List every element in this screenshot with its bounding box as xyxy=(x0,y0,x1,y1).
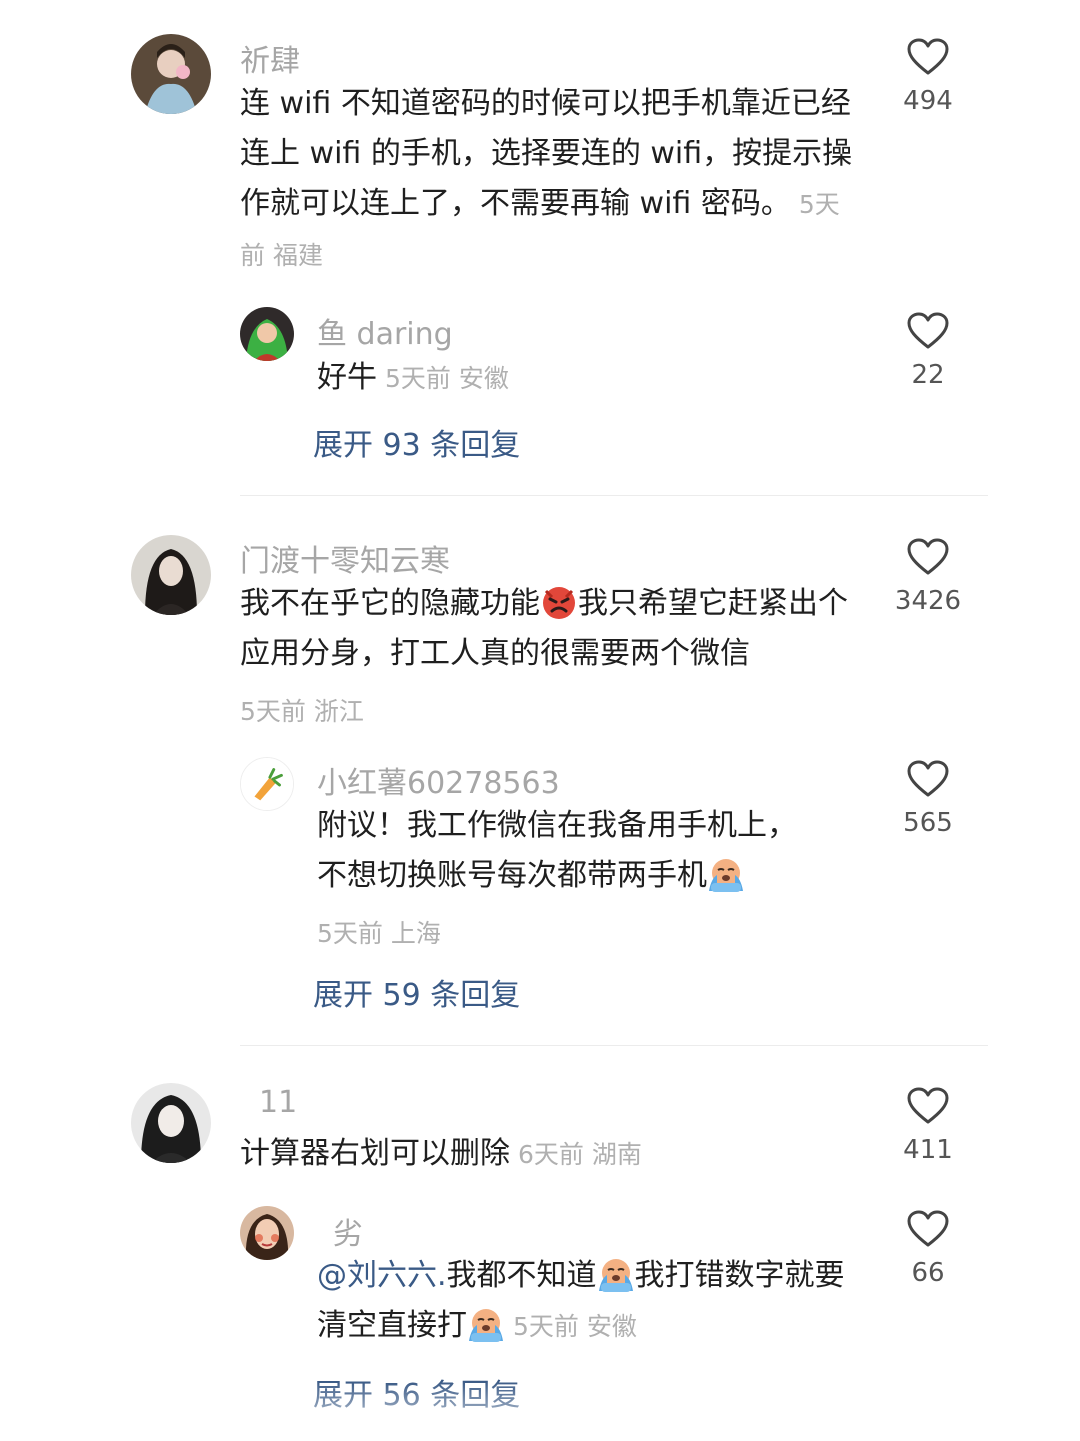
reply-meta: 5天前 上海 xyxy=(317,919,441,948)
comment-meta: 6天前 湖南 xyxy=(518,1140,642,1169)
heart-icon xyxy=(907,760,949,797)
comment-text: 计算器右划可以删除 6天前 湖南 xyxy=(240,1129,860,1180)
reply-meta: 5天前 安徽 xyxy=(385,364,509,393)
heart-icon xyxy=(907,1087,949,1124)
avatar[interactable] xyxy=(131,1083,211,1163)
reply-body-part-1: 我都不知道 xyxy=(446,1258,597,1293)
comment-body: 计算器右划可以删除 xyxy=(240,1136,510,1171)
avatar[interactable] xyxy=(131,535,211,615)
bottom-fade xyxy=(0,1381,1080,1441)
crying-face-emoji xyxy=(707,855,745,893)
reply-text: @刘六六.我都不知道 我打错数字就要清空直接打 5天前 安徽 xyxy=(317,1251,857,1352)
crying-face-emoji xyxy=(467,1305,505,1343)
comment-body-part-1: 我不在乎它的隐藏功能 xyxy=(240,586,540,621)
reply-username[interactable]: 鱼 daring xyxy=(317,309,453,353)
expand-replies-link[interactable]: 展开 93 条回复 xyxy=(313,420,520,464)
comment-list: 祈肆 连 wifi 不知道密码的时候可以把手机靠近已经连上 wifi 的手机，选… xyxy=(0,0,1080,1441)
like-button[interactable]: 494 xyxy=(878,38,978,116)
reply-avatar[interactable] xyxy=(240,1206,294,1260)
avatar[interactable] xyxy=(131,34,211,114)
reply-text: 好牛 5天前 安徽 xyxy=(317,353,857,404)
mention-link[interactable]: @刘六六. xyxy=(317,1258,447,1293)
reply-text: 附议！我工作微信在我备用手机上，不想切换账号每次都带两手机 xyxy=(317,801,817,901)
heart-icon xyxy=(907,538,949,575)
heart-icon xyxy=(907,38,949,75)
angry-face-emoji xyxy=(540,583,578,621)
like-count: 22 xyxy=(911,360,945,390)
comment-username[interactable]: 祈肆 xyxy=(240,36,300,80)
reply-avatar[interactable] xyxy=(240,757,294,811)
reply-meta: 5天前 安徽 xyxy=(513,1312,637,1341)
comment-username[interactable]: 门渡十零知云寒 xyxy=(240,536,450,580)
like-count: 494 xyxy=(903,86,953,116)
reply-username[interactable]: 小红薯60278563 xyxy=(317,758,560,802)
like-count: 411 xyxy=(903,1135,953,1165)
comment-body: 连 wifi 不知道密码的时候可以把手机靠近已经连上 wifi 的手机，选择要连… xyxy=(240,86,853,221)
comment-text: 连 wifi 不知道密码的时候可以把手机靠近已经连上 wifi 的手机，选择要连… xyxy=(240,79,860,281)
like-button[interactable]: 3426 xyxy=(878,538,978,616)
reply-like-button[interactable]: 565 xyxy=(878,760,978,838)
comment-meta: 5天前 浙江 xyxy=(240,697,364,726)
crying-face-emoji xyxy=(597,1255,635,1293)
reply-body: 好牛 xyxy=(317,360,377,395)
comment-text: 我不在乎它的隐藏功能 我只希望它赶紧出个应用分身，打工人真的很需要两个微信 xyxy=(240,579,860,679)
heart-icon xyxy=(907,1210,949,1247)
expand-replies-link[interactable]: 展开 59 条回复 xyxy=(313,970,520,1014)
like-count: 3426 xyxy=(894,586,962,616)
like-count: 565 xyxy=(903,808,953,838)
reply-username[interactable]: 劣 xyxy=(333,1209,363,1253)
divider xyxy=(240,495,988,496)
reply-avatar[interactable] xyxy=(240,307,294,361)
reply-like-button[interactable]: 66 xyxy=(878,1210,978,1288)
like-button[interactable]: 411 xyxy=(878,1087,978,1165)
like-count: 66 xyxy=(911,1258,945,1288)
divider xyxy=(240,1045,988,1046)
reply-like-button[interactable]: 22 xyxy=(878,312,978,390)
comment-username[interactable]: 11 xyxy=(259,1085,297,1120)
heart-icon xyxy=(907,312,949,349)
